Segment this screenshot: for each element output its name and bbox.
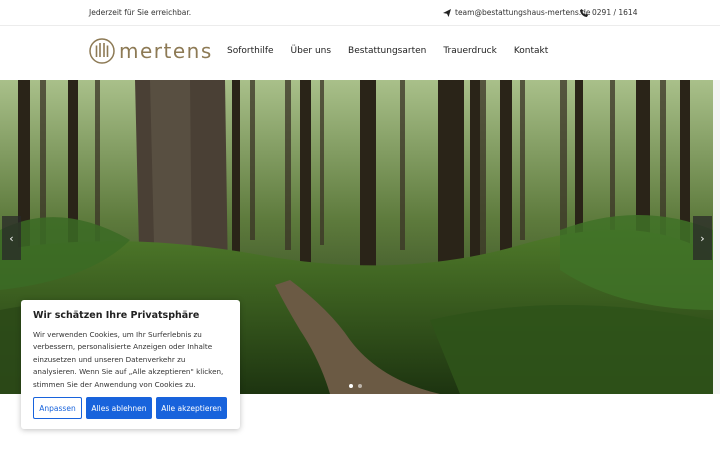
main-nav: Soforthilfe Über uns Bestattungsarten Tr… <box>227 46 565 56</box>
cookie-title: Wir schätzen Ihre Privatsphäre <box>33 310 200 321</box>
customize-button[interactable]: Anpassen <box>33 397 82 419</box>
email-text: team@bestattungshaus-mertens.de <box>455 8 591 17</box>
slider-dots <box>349 384 362 388</box>
chevron-right-icon: › <box>700 231 705 245</box>
cookie-text: Wir verwenden Cookies, um Ihr Surferlebn… <box>33 330 224 389</box>
phone-link[interactable]: 0291 / 1614 <box>580 8 637 17</box>
slider-dot-1[interactable] <box>349 384 353 388</box>
nav-soforthilfe[interactable]: Soforthilfe <box>227 46 274 56</box>
logo-mark-icon <box>89 38 115 64</box>
nav-trauerdruck[interactable]: Trauerdruck <box>443 46 496 56</box>
phone-icon <box>580 8 588 17</box>
page-edge <box>713 80 720 394</box>
logo-text: mertens <box>119 39 213 63</box>
phone-text: 0291 / 1614 <box>592 8 638 17</box>
reject-all-button[interactable]: Alles ablehnen <box>86 397 152 419</box>
paper-plane-icon <box>443 8 451 17</box>
cookie-consent-banner: Wir schätzen Ihre Privatsphäre Wir verwe… <box>21 300 240 429</box>
slider-prev-button[interactable]: ‹ <box>2 216 21 260</box>
cookie-buttons: Anpassen Alles ablehnen Alle akzeptieren <box>33 397 227 419</box>
logo[interactable]: mertens <box>89 38 213 64</box>
nav-bestattungsarten[interactable]: Bestattungsarten <box>348 46 426 56</box>
accept-all-button[interactable]: Alle akzeptieren <box>156 397 227 419</box>
slider-next-button[interactable]: › <box>693 216 712 260</box>
site-header: mertens Soforthilfe Über uns Bestattungs… <box>0 26 720 80</box>
tagline: Jederzeit für Sie erreichbar. <box>89 8 192 17</box>
email-link[interactable]: team@bestattungshaus-mertens.de <box>443 8 591 17</box>
nav-kontakt[interactable]: Kontakt <box>514 46 548 56</box>
chevron-left-icon: ‹ <box>9 231 14 245</box>
top-bar: Jederzeit für Sie erreichbar. team@besta… <box>0 0 720 26</box>
nav-ueber-uns[interactable]: Über uns <box>291 46 332 56</box>
slider-dot-2[interactable] <box>358 384 362 388</box>
